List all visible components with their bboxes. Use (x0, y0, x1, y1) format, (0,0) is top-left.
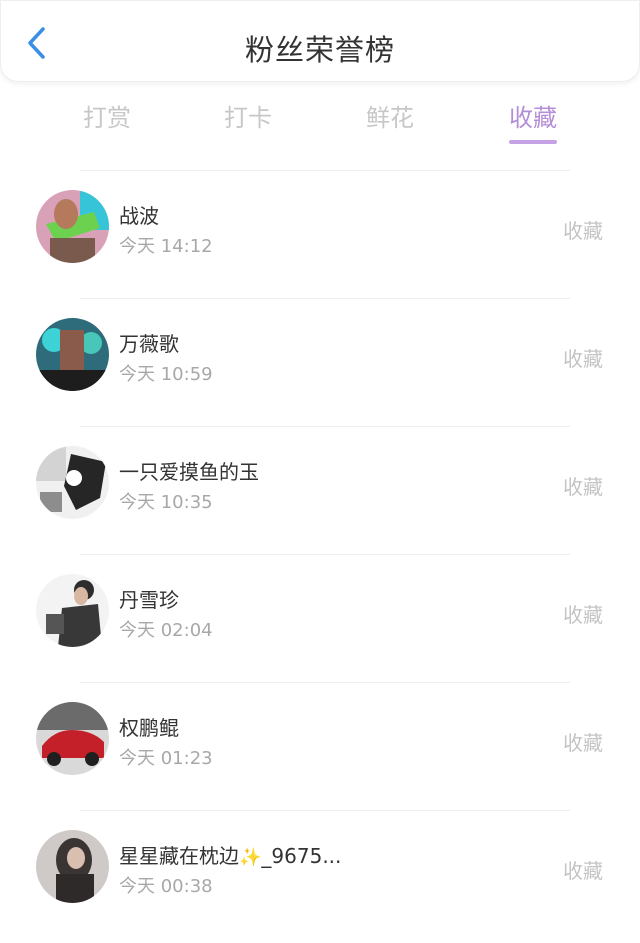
user-name: 权鹏鲲 (119, 716, 179, 740)
list-item[interactable]: 战波 今天 14:12 收藏 (0, 170, 640, 298)
user-name: 一只爱摸鱼的玉 (119, 460, 259, 484)
tab-label: 打赏 (83, 104, 131, 132)
avatar[interactable] (36, 446, 109, 519)
list-item[interactable]: 一只爱摸鱼的玉 今天 10:35 收藏 (0, 426, 640, 554)
user-name: 战波 (119, 204, 159, 228)
timestamp: 今天 10:35 (119, 492, 213, 513)
favorite-action-label: 收藏 (563, 603, 603, 627)
favorite-action-label: 收藏 (563, 219, 603, 243)
active-tab-indicator (509, 140, 557, 144)
tab-checkin[interactable]: 打卡 (208, 96, 288, 148)
favorite-action-label: 收藏 (563, 347, 603, 371)
avatar[interactable] (36, 574, 109, 647)
avatar[interactable] (36, 702, 109, 775)
favorite-action-label: 收藏 (563, 475, 603, 499)
list-item[interactable]: 星星藏在枕边✨_9675... 今天 00:38 收藏 (0, 810, 640, 938)
list-item[interactable]: 丹雪珍 今天 02:04 收藏 (0, 554, 640, 682)
list-item[interactable]: 权鹏鲲 今天 01:23 收藏 (0, 682, 640, 810)
avatar[interactable] (36, 318, 109, 391)
tab-bar: 打赏 打卡 鲜花 收藏 (0, 96, 640, 156)
favorite-action-label: 收藏 (563, 731, 603, 755)
tab-label: 收藏 (509, 104, 557, 132)
avatar[interactable] (36, 830, 109, 903)
favorite-action-label: 收藏 (563, 859, 603, 883)
timestamp: 今天 02:04 (119, 620, 213, 641)
tab-reward[interactable]: 打赏 (67, 96, 147, 148)
timestamp: 今天 10:59 (119, 364, 213, 385)
timestamp: 今天 14:12 (119, 236, 213, 257)
tab-favorites[interactable]: 收藏 (493, 96, 573, 148)
user-name: 万薇歌 (119, 332, 179, 356)
tab-flowers[interactable]: 鲜花 (350, 96, 430, 148)
tab-label: 打卡 (224, 104, 272, 132)
list-item[interactable]: 万薇歌 今天 10:59 收藏 (0, 298, 640, 426)
avatar[interactable] (36, 190, 109, 263)
top-header: 粉丝荣誉榜 (0, 0, 640, 82)
tab-label: 鲜花 (366, 104, 414, 132)
timestamp: 今天 00:38 (119, 876, 213, 897)
timestamp: 今天 01:23 (119, 748, 213, 769)
page-title: 粉丝荣誉榜 (244, 33, 395, 67)
sparkles-icon: ✨ (239, 847, 262, 868)
user-name: 星星藏在枕边✨_9675... (119, 844, 342, 868)
user-name: 丹雪珍 (119, 588, 179, 612)
